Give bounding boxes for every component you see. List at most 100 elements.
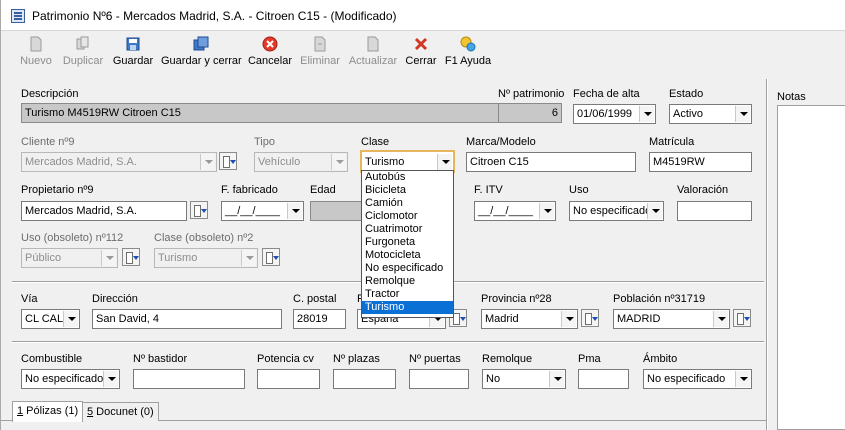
app-icon xyxy=(11,9,25,23)
chevron-down-icon[interactable] xyxy=(647,203,662,219)
cancel-icon xyxy=(262,36,278,52)
matricula-field[interactable]: M4519RW xyxy=(649,152,752,172)
tab-docunet-label: Docunet (0) xyxy=(93,406,154,418)
new-button[interactable]: Nuevo xyxy=(18,36,54,74)
clase-obsoleto-lookup-icon[interactable] xyxy=(262,248,280,266)
f-itv-value: __/__/____ xyxy=(478,205,534,217)
edad-field[interactable] xyxy=(310,201,362,221)
tab-polizas-label: Pólizas (1) xyxy=(23,405,79,417)
clase-option[interactable]: Camión xyxy=(362,197,453,210)
chevron-down-icon[interactable] xyxy=(101,250,116,266)
clase-option[interactable]: Ciclomotor xyxy=(362,210,453,223)
chevron-down-icon[interactable] xyxy=(735,106,750,122)
poblacion-select[interactable]: MADRID xyxy=(613,309,730,329)
poblacion-lookup-icon[interactable] xyxy=(733,309,751,327)
clase-option[interactable]: Tractor xyxy=(362,288,453,301)
save-close-button[interactable]: Guardar y cerrar xyxy=(161,36,242,74)
chevron-down-icon[interactable] xyxy=(549,371,564,387)
help-button[interactable]: F1 Ayuda xyxy=(443,36,493,74)
delete-button[interactable]: Eliminar xyxy=(299,36,341,74)
tipo-select[interactable]: Vehículo xyxy=(254,152,348,172)
fecha-alta-picker[interactable]: 01/06/1999 xyxy=(573,104,656,124)
propietario-lookup-icon[interactable] xyxy=(190,201,208,219)
clase-option[interactable]: No especificado xyxy=(362,262,453,275)
duplicate-button[interactable]: Duplicar xyxy=(61,36,105,74)
clase-obsoleto-value: Turismo xyxy=(158,252,198,264)
propietario-label: Propietario nº9 xyxy=(21,184,94,196)
chevron-down-icon[interactable] xyxy=(241,250,256,266)
chevron-down-icon[interactable] xyxy=(200,154,215,170)
estado-value: Activo xyxy=(673,108,703,120)
n-patrimonio-field[interactable]: 6 xyxy=(498,103,562,123)
chevron-down-icon[interactable] xyxy=(287,203,302,219)
cliente-select[interactable]: Mercados Madrid, S.A. xyxy=(21,152,217,172)
direccion-field[interactable]: San David, 4 xyxy=(92,309,282,329)
potencia-field[interactable] xyxy=(257,369,320,389)
chevron-down-icon[interactable] xyxy=(735,371,750,387)
save-button[interactable]: Guardar xyxy=(112,36,154,74)
descripcion-label: Descripción xyxy=(21,88,79,100)
save-button-label: Guardar xyxy=(112,55,154,67)
uso-obsoleto-lookup-icon[interactable] xyxy=(122,248,140,266)
cancel-button[interactable]: Cancelar xyxy=(247,36,293,74)
chevron-down-icon[interactable] xyxy=(103,371,118,387)
clase-dropdown-list[interactable]: Autobús Bicicleta Camión Ciclomotor Cuatrimo… xyxy=(361,170,454,318)
clase-option[interactable]: Motocicleta xyxy=(362,249,453,262)
provincia-select[interactable]: Madrid xyxy=(481,309,578,329)
remolque-select[interactable]: No xyxy=(482,369,566,389)
delete-button-label: Eliminar xyxy=(300,55,340,67)
combustible-select[interactable]: No especificado xyxy=(21,369,120,389)
direccion-label: Dirección xyxy=(92,293,138,305)
cliente-lookup-icon[interactable] xyxy=(219,152,237,170)
n-bastidor-field[interactable] xyxy=(133,369,245,389)
chevron-down-icon[interactable] xyxy=(713,311,728,327)
tab-docunet[interactable]: 5 Docunet (0) xyxy=(82,402,159,421)
f-itv-picker[interactable]: __/__/____ xyxy=(474,201,556,221)
clase-option[interactable]: Bicicleta xyxy=(362,184,453,197)
via-select[interactable]: CL CAL xyxy=(21,309,80,329)
pma-label: Pma xyxy=(578,353,601,365)
notas-textarea[interactable] xyxy=(777,105,845,430)
provincia-lookup-icon[interactable] xyxy=(581,309,599,327)
uso-select[interactable]: No especificado xyxy=(569,201,664,221)
clase-option[interactable]: Autobús xyxy=(362,171,453,184)
title-bar: Patrimonio Nº6 - Mercados Madrid, S.A. -… xyxy=(1,0,845,31)
cancel-button-label: Cancelar xyxy=(247,55,293,67)
clase-option[interactable]: Furgoneta xyxy=(362,236,453,249)
chevron-down-icon[interactable] xyxy=(331,154,346,170)
descripcion-field[interactable]: Turismo M4519RW Citroen C15 xyxy=(21,103,562,123)
n-plazas-field[interactable] xyxy=(333,369,396,389)
clase-obsoleto-select[interactable]: Turismo xyxy=(154,248,258,268)
chevron-down-icon[interactable] xyxy=(561,311,576,327)
f-fabricado-picker[interactable]: __/__/____ xyxy=(221,201,304,221)
tab-polizas[interactable]: 1 Pólizas (1) xyxy=(12,401,84,422)
close-icon xyxy=(414,37,428,51)
uso-obsoleto-select[interactable]: Público xyxy=(21,248,118,268)
help-icon xyxy=(460,36,476,52)
via-label: Vía xyxy=(21,293,38,305)
clase-option[interactable]: Remolque xyxy=(362,275,453,288)
c-postal-label: C. postal xyxy=(293,293,337,305)
n-puertas-field[interactable] xyxy=(409,369,469,389)
pma-field[interactable] xyxy=(578,369,629,389)
marca-field[interactable]: Citroen C15 xyxy=(466,152,636,172)
uso-value: No especificado xyxy=(573,205,652,217)
ambito-select[interactable]: No especificado xyxy=(643,369,752,389)
n-puertas-label: Nº puertas xyxy=(409,353,461,365)
estado-label: Estado xyxy=(669,88,704,100)
valoracion-field[interactable] xyxy=(677,201,752,221)
close-button[interactable]: Cerrar xyxy=(405,36,437,74)
estado-select[interactable]: Activo xyxy=(669,104,752,124)
duplicate-button-label: Duplicar xyxy=(62,55,104,67)
clase-option[interactable]: Cuatrimotor xyxy=(362,223,453,236)
chevron-down-icon[interactable] xyxy=(539,203,554,219)
chevron-down-icon[interactable] xyxy=(63,311,78,327)
propietario-field[interactable]: Mercados Madrid, S.A. xyxy=(21,201,187,221)
provincia-value: Madrid xyxy=(485,313,519,325)
c-postal-field[interactable]: 28019 xyxy=(293,309,346,329)
f-fabricado-label: F. fabricado xyxy=(221,184,278,196)
chevron-down-icon[interactable] xyxy=(437,154,452,170)
refresh-button[interactable]: Actualizar xyxy=(347,36,399,74)
chevron-down-icon[interactable] xyxy=(639,106,654,122)
clase-option[interactable]: Turismo xyxy=(362,301,453,314)
